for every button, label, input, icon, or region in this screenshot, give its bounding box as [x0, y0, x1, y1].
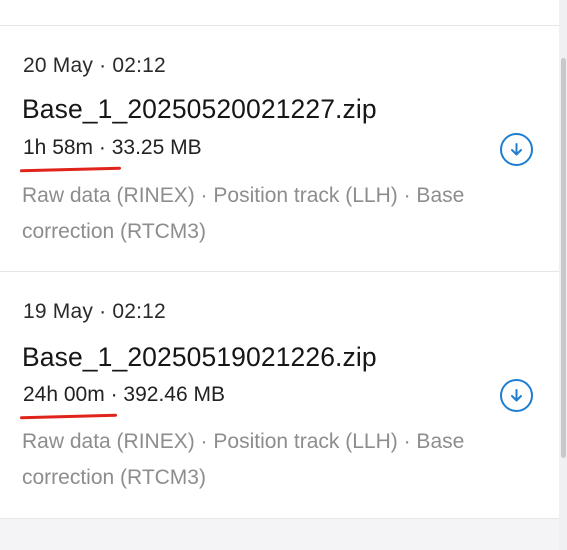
file-contents-description: Raw data (RINEX) · Position track (LLH) …	[22, 184, 465, 243]
previous-card-edge	[0, 0, 559, 26]
file-duration: 24h 00m	[23, 383, 105, 406]
file-meta: 1h 58m · 33.25 MB	[23, 136, 202, 160]
file-meta: 24h 00m · 392.46 MB	[23, 383, 225, 407]
file-name: Base_1_20250520021227.zip	[22, 94, 377, 124]
scrollbar-thumb[interactable]	[561, 58, 566, 458]
download-arrow-icon	[511, 143, 522, 156]
file-date-time: 19 May · 02:12	[23, 300, 166, 323]
file-card[interactable]: 20 May · 02:12 Base_1_20250520021227.zip…	[0, 26, 559, 272]
download-button[interactable]	[500, 379, 533, 412]
file-card[interactable]: 19 May · 02:12 Base_1_20250519021226.zip…	[0, 272, 559, 519]
file-name: Base_1_20250519021226.zip	[22, 342, 377, 372]
file-size: 33.25 MB	[111, 136, 202, 159]
red-underline-annotation	[19, 413, 118, 420]
log-files-list: 20 May · 02:12 Base_1_20250520021227.zip…	[0, 0, 567, 550]
download-button[interactable]	[500, 133, 533, 166]
file-date-time: 20 May · 02:12	[23, 54, 166, 77]
scrollbar[interactable]	[559, 0, 567, 550]
download-arrow-icon	[511, 389, 522, 402]
meta-separator: ·	[93, 136, 112, 159]
file-contents-description: Raw data (RINEX) · Position track (LLH) …	[22, 430, 465, 489]
file-duration: 1h 58m	[23, 136, 94, 159]
red-underline-annotation	[19, 166, 122, 173]
file-size: 392.46 MB	[123, 383, 225, 406]
meta-separator: ·	[104, 383, 124, 406]
